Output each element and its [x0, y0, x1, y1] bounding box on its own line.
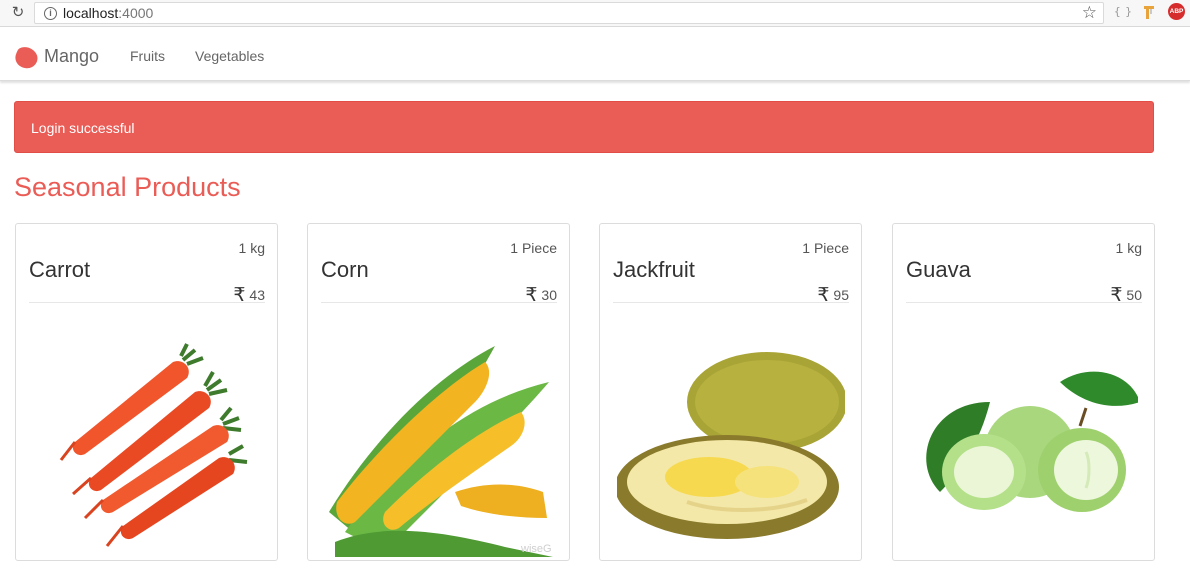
card-divider — [29, 302, 265, 303]
json-extension-icon[interactable]: { } — [1114, 5, 1132, 18]
url-host: localhost — [63, 5, 119, 21]
reload-icon[interactable]: ↻ — [10, 5, 26, 21]
url-text: localhost:4000 — [63, 5, 153, 22]
product-quantity: 1 kg — [238, 240, 265, 256]
bookmark-star-icon[interactable]: ☆ — [1082, 3, 1097, 23]
jackfruit-image — [617, 352, 845, 539]
success-alert: Login successful — [14, 101, 1154, 153]
url-port: :4000 — [118, 5, 154, 21]
product-quantity: 1 Piece — [510, 240, 557, 256]
price-value: 95 — [833, 287, 849, 303]
card-divider — [613, 302, 849, 303]
navbar: Mango Fruits Vegetables — [0, 31, 1190, 81]
alert-message: Login successful — [31, 120, 135, 136]
info-icon[interactable]: i — [44, 7, 57, 20]
mango-logo-icon[interactable] — [13, 44, 40, 71]
address-bar[interactable]: i localhost:4000 ☆ — [34, 2, 1104, 24]
product-card-corn[interactable]: 1 Piece Corn ₹30 wiseG — [307, 223, 570, 561]
guava-image — [926, 371, 1138, 512]
card-divider — [906, 302, 1142, 303]
product-card-jackfruit[interactable]: 1 Piece Jackfruit ₹95 — [599, 223, 862, 561]
price-value: 43 — [249, 287, 265, 303]
product-name: Carrot — [29, 257, 91, 282]
card-divider — [321, 302, 557, 303]
product-name: Jackfruit — [613, 257, 695, 282]
product-name: Guava — [906, 257, 971, 282]
price-value: 50 — [1126, 287, 1142, 303]
pin-extension-icon[interactable] — [1143, 4, 1157, 20]
corn-image: wiseG — [329, 346, 553, 557]
product-quantity: 1 kg — [1115, 240, 1142, 256]
product-name: Corn — [321, 257, 369, 282]
product-quantity: 1 Piece — [802, 240, 849, 256]
section-title: Seasonal Products — [14, 172, 241, 202]
brand-name[interactable]: Mango — [44, 46, 99, 67]
nav-link-fruits[interactable]: Fruits — [130, 48, 165, 64]
adblock-icon[interactable]: ABP — [1168, 3, 1185, 20]
carrot-image — [59, 343, 248, 547]
price-value: 30 — [541, 287, 557, 303]
nav-link-vegetables[interactable]: Vegetables — [195, 48, 264, 64]
browser-toolbar: ↻ i localhost:4000 ☆ { } ABP — [0, 0, 1190, 27]
product-card-carrot[interactable]: 1 kg Carrot ₹43 — [15, 223, 278, 561]
image-watermark: wiseG — [520, 543, 552, 555]
product-card-guava[interactable]: 1 kg Guava ₹50 — [892, 223, 1155, 561]
